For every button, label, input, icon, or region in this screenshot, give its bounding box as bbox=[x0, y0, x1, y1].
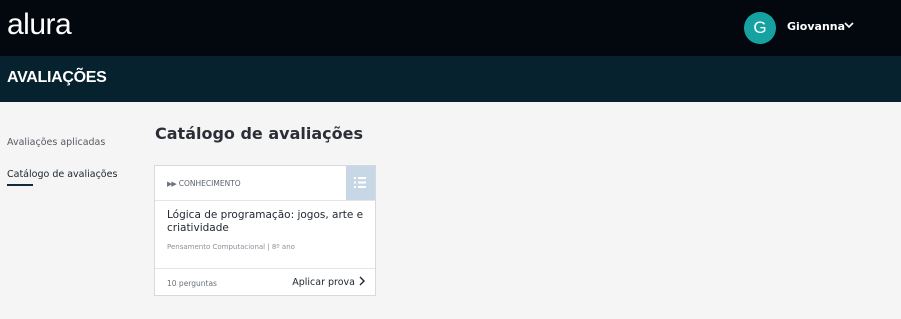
active-indicator bbox=[7, 184, 33, 186]
apply-test-label: Aplicar prova bbox=[292, 277, 355, 288]
section-header: AVALIAÇÕES bbox=[0, 56, 901, 102]
card-category: ▶▶ CONHECIMENTO bbox=[167, 179, 241, 188]
user-name[interactable]: Giovanna bbox=[787, 20, 845, 33]
sidebar-item-avaliacoes-aplicadas[interactable]: Avaliações aplicadas bbox=[7, 137, 105, 148]
card-title: Lógica de programação: jogos, arte e cri… bbox=[167, 209, 364, 234]
chevron-down-icon[interactable] bbox=[843, 19, 855, 31]
top-navbar: alura G Giovanna bbox=[0, 0, 901, 56]
avatar[interactable]: G bbox=[744, 12, 776, 44]
alura-logo[interactable]: alura bbox=[7, 8, 72, 42]
assessment-card[interactable]: ▶▶ CONHECIMENTO Lógica de programação: jo… bbox=[154, 165, 376, 296]
chevron-right-icon bbox=[359, 276, 365, 286]
question-count: 10 perguntas bbox=[167, 279, 217, 288]
card-category-label: CONHECIMENTO bbox=[178, 179, 241, 188]
card-meta: Pensamento Computacional | 8º ano bbox=[167, 243, 295, 251]
card-divider bbox=[155, 200, 375, 201]
card-corner-badge bbox=[346, 166, 375, 200]
sidebar-item-catalogo-de-avaliacoes[interactable]: Catálogo de avaliações bbox=[7, 169, 117, 180]
card-divider bbox=[155, 268, 375, 269]
page-title: Catálogo de avaliações bbox=[155, 124, 363, 143]
list-icon bbox=[354, 177, 366, 188]
section-title: AVALIAÇÕES bbox=[7, 69, 107, 86]
play-forward-icon: ▶▶ bbox=[167, 180, 177, 188]
apply-test-button[interactable]: Aplicar prova bbox=[292, 276, 365, 288]
